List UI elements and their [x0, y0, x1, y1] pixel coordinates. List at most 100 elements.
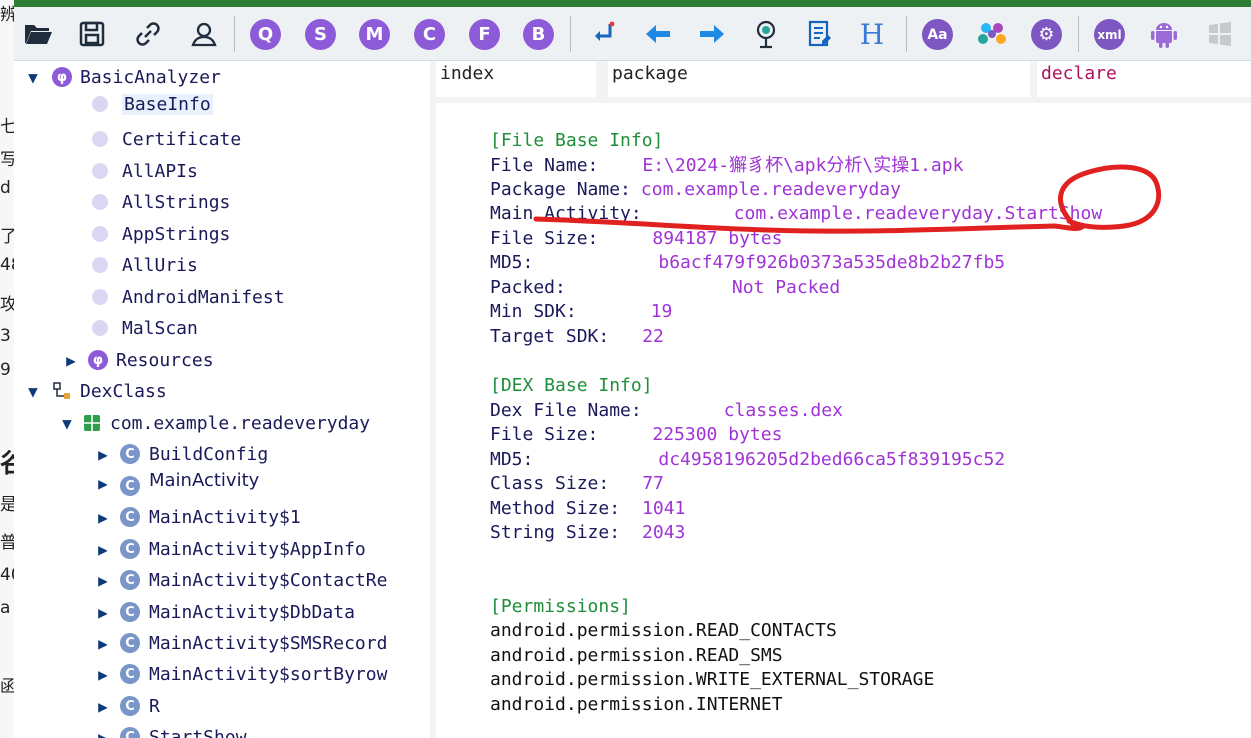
- c-circle-icon[interactable]: C: [414, 19, 445, 50]
- caret-right-icon[interactable]: ▶: [94, 508, 112, 527]
- caret-right-icon[interactable]: ▶: [94, 540, 112, 559]
- tree-node-class[interactable]: ▶ C MainActivity$sortByrow: [94, 660, 387, 688]
- tree-node-class[interactable]: ▶ C MainActivity: [94, 469, 259, 497]
- caret-right-icon[interactable]: ▶: [94, 603, 112, 622]
- tree-node-label: BasicAnalyzer: [80, 66, 221, 88]
- tree-node-label: MainActivity$SMSRecord: [149, 632, 388, 654]
- dot-icon: [92, 226, 108, 242]
- column-header-declare[interactable]: declare: [1037, 61, 1251, 97]
- tree-node-all-strings[interactable]: AllStrings: [92, 188, 230, 216]
- tree-node-class[interactable]: ▶ C R: [94, 692, 160, 720]
- analyzer-circle-icon: φ: [88, 350, 108, 370]
- caret-down-icon[interactable]: ▼: [58, 414, 76, 433]
- link-icon[interactable]: [132, 18, 164, 50]
- tree-node-resources[interactable]: ▶ φ Resources: [62, 346, 213, 374]
- tree-node-base-info[interactable]: BaseInfo: [92, 90, 213, 118]
- caret-right-icon[interactable]: ▶: [94, 697, 112, 716]
- tree-node-mal-scan[interactable]: MalScan: [92, 314, 198, 342]
- android-icon[interactable]: [1148, 18, 1180, 50]
- settings-gear-icon[interactable]: ⚙: [1031, 19, 1062, 50]
- class-c-icon: C: [120, 602, 140, 622]
- detail-pane: index package declare [File Base Info] F…: [430, 61, 1251, 738]
- caret-down-icon[interactable]: ▼: [24, 382, 42, 401]
- q-circle-icon[interactable]: Q: [250, 19, 281, 50]
- s-circle-icon[interactable]: S: [305, 19, 336, 50]
- return-arrow-icon[interactable]: [588, 18, 620, 50]
- info-key: Dex File Name:: [490, 400, 642, 421]
- column-header-package[interactable]: package: [608, 61, 1030, 97]
- tree-node-class[interactable]: ▶ C MainActivity$DbData: [94, 598, 355, 626]
- b-circle-icon[interactable]: B: [523, 19, 554, 50]
- bg-text-fragment: 函: [0, 677, 14, 697]
- xml-icon[interactable]: xml: [1094, 19, 1125, 50]
- tree-node-class[interactable]: ▶ C MainActivity$ContactRe: [94, 566, 387, 594]
- m-circle-icon[interactable]: M: [359, 19, 390, 50]
- tree-node-certificate[interactable]: Certificate: [92, 125, 241, 153]
- caret-right-icon[interactable]: ▶: [94, 445, 112, 464]
- column-header-index[interactable]: index: [436, 61, 596, 97]
- toolbar: Q S M C F B H Aa ⚙ xml: [14, 7, 1251, 61]
- class-c-icon: C: [120, 476, 140, 496]
- tree-node-all-uris[interactable]: AllUris: [92, 251, 198, 279]
- f-circle-icon[interactable]: F: [469, 19, 500, 50]
- dot-icon: [92, 289, 108, 305]
- tree-node-class[interactable]: ▶ C BuildConfig: [94, 440, 268, 468]
- tree-node-label: com.example.readeveryday: [110, 412, 371, 434]
- dot-icon: [92, 194, 108, 210]
- info-row-class-size: Class Size: 77: [490, 472, 664, 496]
- open-folder-icon[interactable]: [22, 18, 54, 50]
- caret-right-icon[interactable]: ▶: [94, 571, 112, 590]
- info-value: 22: [642, 326, 664, 347]
- user-sync-icon[interactable]: [188, 18, 220, 50]
- tree-node-basic-analyzer[interactable]: ▼ φ BasicAnalyzer: [24, 63, 221, 91]
- dot-icon: [92, 163, 108, 179]
- info-value: 1041: [642, 498, 686, 519]
- tree-node-class[interactable]: ▶ C MainActivity$SMSRecord: [94, 629, 387, 657]
- bg-text-fragment: 七: [0, 117, 14, 137]
- tree-node-package[interactable]: ▼ com.example.readeveryday: [58, 409, 370, 437]
- report-icon[interactable]: [804, 18, 836, 50]
- permission-item: android.permission.INTERNET: [490, 694, 783, 715]
- caret-right-icon[interactable]: ▶: [62, 351, 80, 370]
- tree-node-class[interactable]: ▶ C MainActivity$1: [94, 503, 301, 531]
- tree-node-label: MainActivity$1: [149, 506, 301, 528]
- caret-down-icon[interactable]: ▼: [24, 68, 42, 87]
- info-value: 225300 bytes: [652, 424, 783, 445]
- pin-icon[interactable]: [750, 18, 782, 50]
- save-icon[interactable]: [76, 18, 108, 50]
- palette-icon[interactable]: [976, 18, 1008, 50]
- info-key: File Size:: [490, 228, 599, 249]
- info-value: dc4958196205d2bed66ca5f839195c52: [658, 449, 1006, 470]
- toolbar-separator: [570, 16, 571, 52]
- caret-right-icon[interactable]: ▶: [94, 665, 112, 684]
- dot-icon: [92, 131, 108, 147]
- caret-right-icon[interactable]: ▶: [94, 474, 112, 493]
- tree-node-all-apis[interactable]: AllAPIs: [92, 157, 198, 185]
- info-row-file-size: File Size: 894187 bytes: [490, 227, 782, 251]
- background-window: 辨 七 写 d 了 48 攻 3 9 谷 是 普 40 a 函: [0, 0, 14, 738]
- caret-right-icon[interactable]: ▶: [94, 728, 112, 738]
- arrow-right-icon[interactable]: [696, 18, 728, 50]
- bg-text-fragment: 3: [0, 326, 11, 346]
- h-heading-icon[interactable]: H: [856, 18, 888, 51]
- info-key: MD5:: [490, 449, 534, 470]
- tree-node-label: R: [149, 695, 160, 717]
- tree-node-label: MainActivity$sortByrow: [149, 663, 388, 685]
- caret-right-icon[interactable]: ▶: [94, 634, 112, 653]
- bg-text-fragment: 48: [0, 255, 14, 275]
- toolbar-separator: [1078, 16, 1079, 52]
- tree-node-dex-class[interactable]: ▼ DexClass: [24, 377, 167, 405]
- font-aa-icon[interactable]: Aa: [922, 19, 953, 50]
- tree-node-android-manifest[interactable]: AndroidManifest: [92, 283, 285, 311]
- tree-node-label: StartShow: [149, 726, 247, 738]
- tree-node-app-strings[interactable]: AppStrings: [92, 220, 230, 248]
- tree-node-class[interactable]: ▶ C StartShow: [94, 723, 247, 738]
- arrow-left-icon[interactable]: [642, 18, 674, 50]
- info-row-file-name: File Name: E:\2024-獬豸杯\apk分析\实操1.apk: [490, 154, 963, 178]
- tree-node-class[interactable]: ▶ C MainActivity$AppInfo: [94, 535, 366, 563]
- windows-icon[interactable]: [1204, 18, 1236, 50]
- tree-node-label: BaseInfo: [122, 93, 213, 115]
- tree-node-label: MainActivity$DbData: [149, 601, 355, 623]
- tree-node-label: Certificate: [122, 128, 242, 150]
- info-row-dex-file-name: Dex File Name: classes.dex: [490, 399, 843, 423]
